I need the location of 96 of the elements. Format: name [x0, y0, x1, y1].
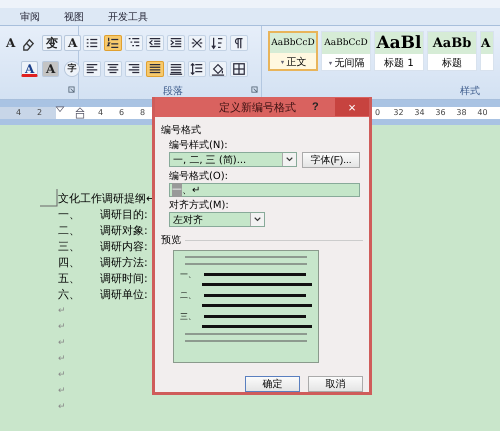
align-left-icon[interactable]	[83, 61, 101, 77]
group-label: 段落	[163, 84, 183, 98]
field-label: 编号样式(N):	[169, 139, 228, 152]
ruler-number: 2	[36, 108, 44, 117]
style-sample: AaBl	[375, 32, 423, 54]
paragraph-mark: ↵	[58, 305, 66, 318]
ruler-number: 4	[14, 108, 22, 117]
paragraph-mark: ↵	[58, 385, 66, 398]
style-card[interactable]: AaBb 标题	[427, 31, 477, 71]
ruler-number: 36	[434, 108, 447, 117]
sort-icon[interactable]	[209, 35, 227, 51]
style-name: 标题	[442, 56, 462, 70]
caret-icon	[282, 153, 296, 166]
paragraph-mark: ↵	[58, 353, 66, 366]
style-card[interactable]: AaBl 标题 1	[374, 31, 424, 71]
character-border-button[interactable]: A	[64, 35, 82, 51]
align-center-icon[interactable]	[104, 61, 122, 77]
list-number: 一、	[58, 207, 81, 223]
field-label: 对齐方式(M):	[169, 199, 229, 212]
indent-marker-icon[interactable]	[75, 106, 85, 119]
distribute-icon[interactable]	[167, 61, 185, 77]
list-number: 五、	[58, 271, 81, 287]
ruler-number: 34	[413, 108, 426, 117]
cancel-button[interactable]: 取消	[308, 376, 363, 392]
ruler-number: 38	[455, 108, 468, 117]
list-item-text: 调研目的:	[100, 207, 148, 223]
paint-bucket-icon[interactable]	[209, 61, 227, 77]
section-label: 编号格式	[161, 124, 201, 137]
bullet-list-icon[interactable]	[83, 35, 101, 51]
font-button[interactable]: 字体(F)...	[302, 152, 360, 168]
paragraph-mark-icon	[328, 60, 332, 66]
style-sample: A	[481, 32, 493, 54]
field-label: 编号格式(O):	[169, 170, 228, 183]
character-shading-button[interactable]: A	[42, 61, 60, 77]
style-card[interactable]: AaBbCcD 无间隔	[321, 31, 371, 71]
style-card[interactable]: AaBbCcD 正文	[268, 31, 318, 71]
list-number: 四、	[58, 255, 81, 271]
justify-icon[interactable]	[146, 61, 164, 77]
decrease-indent-icon[interactable]	[146, 35, 164, 51]
paragraph-mark: ↵	[58, 337, 66, 350]
ok-button[interactable]: 确定	[245, 376, 300, 392]
list-item-text: 调研单位:	[100, 287, 148, 303]
ruler-number: 40	[476, 108, 489, 117]
increase-indent-icon[interactable]	[167, 35, 185, 51]
dialog-title: 定义新编号格式	[219, 100, 296, 114]
cross-arrows-icon[interactable]	[188, 35, 206, 51]
align-right-icon[interactable]	[125, 61, 143, 77]
close-button[interactable]: ×	[335, 98, 369, 116]
caret-icon	[250, 213, 264, 226]
style-name: 标题 1	[384, 56, 414, 70]
dialog-launcher-icon[interactable]	[251, 86, 258, 93]
margin-corner-icon	[40, 189, 58, 207]
multilevel-list-icon[interactable]	[125, 35, 143, 51]
list-number: 三、	[58, 239, 81, 255]
help-button[interactable]: ?	[308, 101, 323, 113]
preview-number: 一、	[180, 268, 197, 280]
paragraph-mark: ↵	[58, 321, 66, 334]
group-label: 样式	[460, 84, 480, 98]
ribbon-tab[interactable]: 视图	[52, 10, 96, 24]
paragraph-mark: ↵	[58, 369, 66, 382]
number-format-field[interactable]: 一、↵	[169, 183, 360, 197]
style-name: 正文	[286, 56, 306, 69]
enclosed-character-button[interactable]: 字	[64, 61, 80, 77]
ruler-number: 6	[118, 108, 126, 117]
style-name: 无间隔	[334, 57, 364, 70]
preview-number: 二、	[180, 290, 197, 300]
paragraph-mark-icon	[280, 60, 284, 64]
list-number: 二、	[58, 223, 81, 239]
list-item-text: 调研对象:	[100, 223, 148, 239]
dialog-launcher-icon[interactable]	[68, 86, 75, 93]
line-spacing-icon[interactable]	[188, 61, 206, 77]
font-color-button[interactable]: A	[21, 61, 38, 77]
list-number: 六、	[58, 287, 81, 303]
pilcrow-icon[interactable]	[230, 35, 248, 51]
list-item-text: 调研内容:	[100, 239, 148, 255]
ribbon-tab[interactable]: 审阅	[8, 10, 52, 24]
style-sample: AaBbCcD	[270, 33, 316, 53]
list-item-text: 调研时间:	[100, 271, 148, 287]
style-sample: AaBb	[428, 32, 476, 54]
section-label: 预览	[161, 234, 181, 247]
list-item-text: 调研方法:	[100, 255, 148, 271]
paragraph-mark: ↵	[58, 401, 66, 414]
numbered-list-icon[interactable]	[104, 35, 122, 51]
ruler-number: 4	[96, 108, 104, 117]
grow-font-button[interactable]: A	[3, 35, 18, 51]
preview-number: 三、	[180, 310, 197, 322]
borders-icon[interactable]	[230, 61, 248, 77]
number-style-dropdown[interactable]: 一, 二, 三 (简)...	[169, 152, 297, 167]
ruler-number: 32	[392, 108, 405, 117]
style-sample: AaBbCcD	[322, 32, 370, 54]
ribbon-tab[interactable]: 开发工具	[96, 10, 160, 24]
style-card[interactable]: A	[480, 31, 494, 71]
ruler-number: 0	[374, 108, 382, 117]
alignment-dropdown[interactable]: 左对齐	[169, 212, 265, 227]
phonetic-guide-button[interactable]: 变	[42, 35, 62, 51]
ruler-number: 8	[138, 108, 146, 117]
